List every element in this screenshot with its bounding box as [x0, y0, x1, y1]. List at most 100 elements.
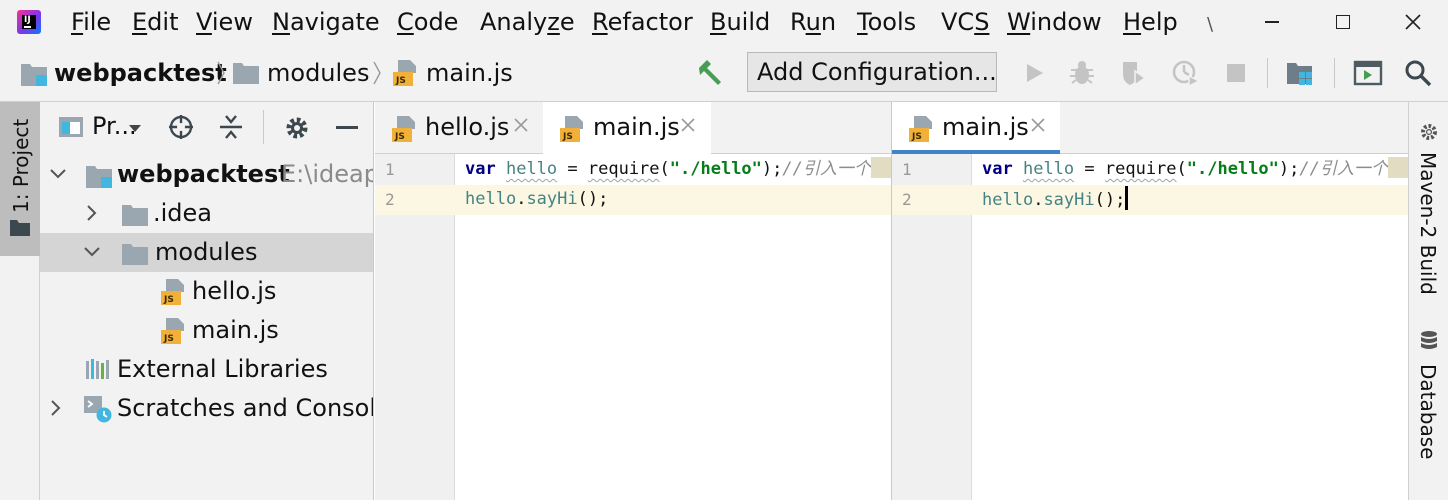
- breadcrumb-project[interactable]: webpacktest: [54, 58, 227, 88]
- menu-overflow[interactable]: \: [1207, 10, 1213, 40]
- menu-refactor[interactable]: Refactor: [592, 7, 693, 37]
- menu-vcs[interactable]: VCS: [941, 7, 989, 37]
- code-token: require: [587, 159, 660, 179]
- menu-tools[interactable]: Tools: [857, 7, 916, 37]
- minimize-button[interactable]: [1250, 6, 1294, 38]
- tab-label: main.js: [942, 113, 1029, 141]
- coverage-button[interactable]: [1117, 57, 1149, 89]
- code-line-2[interactable]: hello.sayHi();: [465, 186, 608, 212]
- navigation-bar: webpacktest modules JS main.js Add Confi…: [0, 44, 1448, 102]
- intellij-logo-icon: IJ: [17, 10, 41, 34]
- add-configuration-button[interactable]: Add Configuration...: [747, 52, 997, 92]
- editor-tab-bar: JS hello.js JS main.js: [375, 102, 891, 154]
- tree-label: main.js: [192, 316, 279, 344]
- tree-label: hello.js: [192, 277, 277, 305]
- code-line-1[interactable]: var hello = require("./hello");//引入一个: [465, 156, 891, 182]
- js-file-icon: JS: [161, 318, 184, 344]
- library-icon: [86, 359, 109, 379]
- menu-analyze[interactable]: Analyze: [480, 7, 575, 37]
- code-token: =: [1074, 159, 1105, 179]
- locate-file-icon[interactable]: [168, 114, 194, 140]
- scratches-icon: [84, 396, 112, 423]
- profiler-icon: [1172, 60, 1200, 87]
- build-button[interactable]: [694, 57, 726, 89]
- tree-item-main-js[interactable]: JS main.js: [40, 311, 373, 350]
- right-tool-stripe: Maven-2 Build Database: [1408, 102, 1448, 500]
- editor-pane-left: JS hello.js JS main.js 1 2 var hello = r…: [375, 102, 891, 500]
- tree-item-webpacktest[interactable]: webpacktest E:\ideap: [40, 155, 373, 194]
- debug-button[interactable]: [1066, 57, 1098, 89]
- stop-button[interactable]: [1220, 57, 1252, 89]
- menu-file[interactable]: File: [71, 7, 111, 37]
- code-line-1[interactable]: var hello = require("./hello");//引入一个: [982, 156, 1408, 182]
- breadcrumb-folder[interactable]: modules: [267, 58, 369, 88]
- database-tool-window-tab[interactable]: Database: [1409, 328, 1448, 459]
- maximize-button[interactable]: [1321, 6, 1365, 38]
- svg-text:JS: JS: [911, 132, 922, 142]
- code-token: "./hello": [1186, 159, 1279, 179]
- js-file-icon: JS: [161, 279, 184, 305]
- collapse-all-icon[interactable]: [218, 114, 244, 140]
- menu-help[interactable]: Help: [1123, 7, 1178, 37]
- run-button[interactable]: [1018, 57, 1050, 89]
- menu-code[interactable]: Code: [397, 7, 458, 37]
- maven-tool-window-tab[interactable]: Maven-2 Build: [1409, 118, 1448, 298]
- tree-label: modules: [155, 238, 258, 266]
- profile-button[interactable]: [1170, 57, 1202, 89]
- stop-icon: [1227, 64, 1245, 82]
- left-tool-stripe: 1: Project: [0, 102, 40, 500]
- menu-run[interactable]: Run: [790, 7, 836, 37]
- close-icon[interactable]: [678, 115, 698, 135]
- toolbar-divider: [1267, 58, 1268, 88]
- code-line-2[interactable]: hello.sayHi();: [982, 186, 1129, 212]
- svg-text:JS: JS: [395, 76, 406, 86]
- code-token: =: [557, 159, 588, 179]
- maven-gear-icon: [1421, 124, 1437, 140]
- folder-icon: [233, 63, 259, 84]
- run-anything-button[interactable]: [1352, 57, 1384, 89]
- tree-item-external-libraries[interactable]: External Libraries: [40, 350, 373, 389]
- code-token: "./hello": [669, 159, 762, 179]
- search-everywhere-button[interactable]: [1402, 57, 1434, 89]
- tab-hello-js[interactable]: JS hello.js: [375, 102, 543, 154]
- highlight-chip: [1387, 157, 1408, 178]
- tab-main-js[interactable]: JS main.js: [892, 102, 1060, 154]
- close-icon[interactable]: [1028, 115, 1048, 135]
- terminal-window-icon: [1353, 60, 1383, 86]
- code-token: (: [659, 159, 670, 179]
- code-token: );: [1278, 159, 1300, 179]
- text-caret: [1125, 186, 1129, 210]
- close-icon[interactable]: [511, 115, 531, 135]
- project-tool-window-tab[interactable]: 1: Project: [0, 102, 40, 256]
- folder-icon: [10, 220, 30, 236]
- menu-view[interactable]: View: [196, 7, 253, 37]
- code-token: (: [1176, 159, 1187, 179]
- breadcrumb-file[interactable]: main.js: [426, 58, 513, 88]
- chevron-down-icon[interactable]: [82, 242, 102, 262]
- code-token: hello: [982, 190, 1034, 210]
- tree-item-modules[interactable]: modules: [40, 233, 373, 272]
- menu-navigate[interactable]: Navigate: [272, 7, 380, 37]
- highlight-chip: [870, 157, 891, 178]
- chevron-right-icon[interactable]: [82, 203, 102, 223]
- menu-build[interactable]: Build: [710, 7, 770, 37]
- code-token: hello: [505, 159, 558, 179]
- tree-item-idea[interactable]: .idea: [40, 194, 373, 233]
- close-window-button[interactable]: [1391, 6, 1435, 38]
- chevron-down-icon[interactable]: [48, 164, 68, 184]
- code-token: require: [1104, 159, 1177, 179]
- code-token: sayHi: [526, 189, 578, 209]
- chevron-down-icon[interactable]: [128, 124, 142, 134]
- menu-edit[interactable]: Edit: [132, 7, 178, 37]
- gear-icon[interactable]: [284, 115, 310, 141]
- tree-item-hello-js[interactable]: JS hello.js: [40, 272, 373, 311]
- project-structure-button[interactable]: [1284, 57, 1316, 89]
- menu-window[interactable]: Window: [1007, 7, 1102, 37]
- folder-icon: [122, 205, 148, 226]
- chevron-right-icon[interactable]: [46, 398, 66, 418]
- minimize-panel-icon[interactable]: [336, 126, 358, 129]
- line-number-gutter: 1 2: [892, 154, 972, 500]
- tree-item-scratches[interactable]: Scratches and Consoles: [40, 389, 373, 428]
- search-icon: [1405, 60, 1432, 87]
- tab-main-js[interactable]: JS main.js: [543, 102, 711, 154]
